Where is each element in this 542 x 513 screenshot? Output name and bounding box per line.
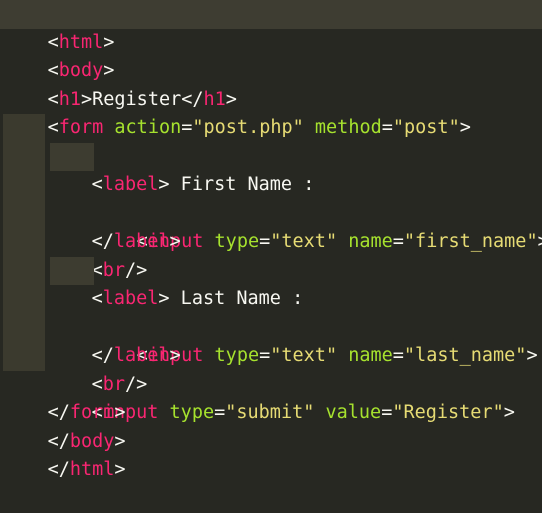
code-line[interactable]: </html>	[0, 428, 542, 480]
indent-guide	[3, 142, 45, 171]
code-line[interactable]: <label> First Name :	[0, 114, 542, 195]
code-line[interactable]: <h1>Register</h1>	[0, 57, 542, 110]
code-line[interactable]: <form action="post.php" method="post">	[0, 86, 542, 138]
code-line[interactable]: <br/>	[0, 199, 542, 281]
indent-guide	[3, 285, 45, 314]
code-line[interactable]: <br/>	[0, 313, 542, 395]
code-line[interactable]: <input type="text" name="first_name">	[0, 142, 542, 252]
indent-guide	[3, 228, 45, 257]
token-tag: html	[69, 459, 115, 480]
code-line[interactable]: </body>	[0, 399, 542, 452]
code-line[interactable]: </form>	[0, 371, 542, 423]
code-editor[interactable]: <html> <body> <h1>Register</h1> <form ac…	[0, 0, 542, 480]
indent-guide	[3, 199, 45, 228]
code-line[interactable]: <input type="submit" value="Register">	[0, 342, 542, 423]
indent-guide	[3, 313, 45, 342]
code-line[interactable]: </label>	[0, 285, 542, 366]
code-line[interactable]: <body>	[0, 29, 542, 81]
code-line[interactable]: <html>	[0, 0, 542, 53]
indent-guide	[3, 114, 45, 143]
indent-guide	[3, 256, 45, 285]
token-punct: >	[114, 459, 126, 480]
code-line[interactable]: <label> Last Name :	[0, 228, 542, 309]
indent-guide	[3, 342, 45, 371]
indent-guide	[3, 171, 45, 200]
token-punct: </	[47, 459, 70, 480]
indent-guide	[50, 256, 94, 285]
code-line[interactable]: </label>	[0, 171, 542, 252]
code-line[interactable]: <input type="text" name="last_name">	[0, 256, 542, 366]
indent-guide	[50, 142, 94, 171]
